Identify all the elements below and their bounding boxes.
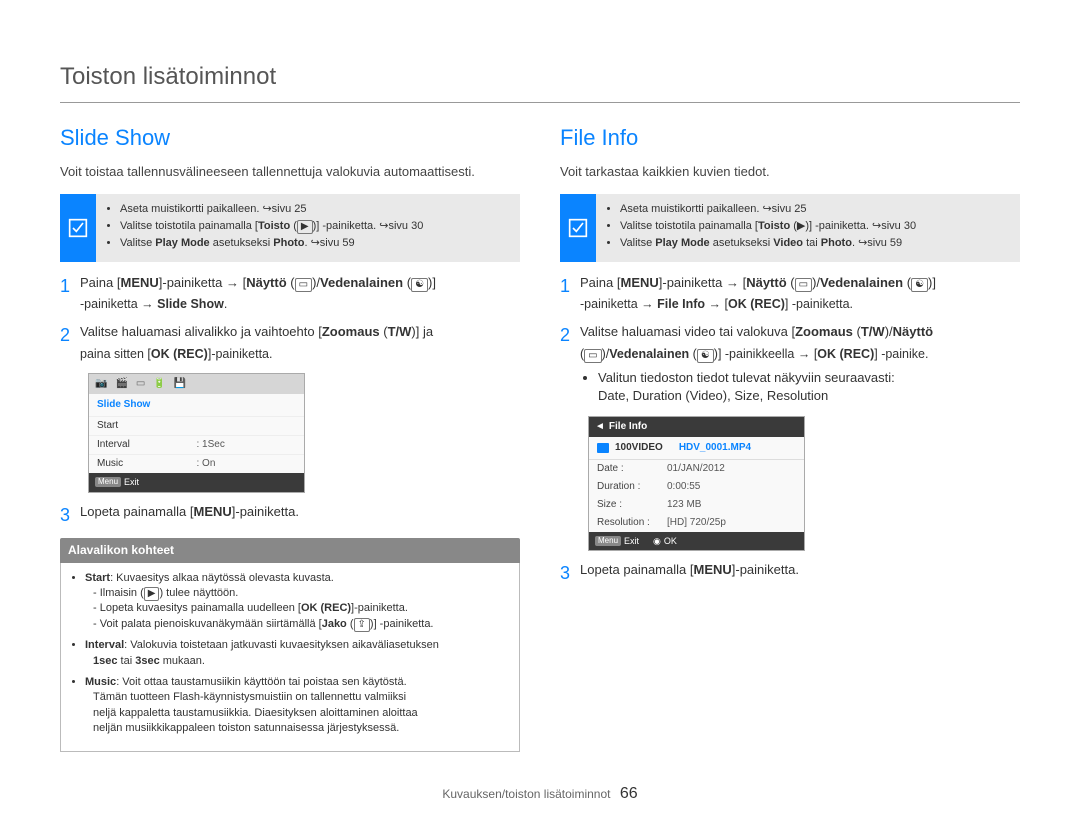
note-item: Valitse Play Mode asetukseksi Video tai … xyxy=(620,236,1010,251)
note-box-right: Aseta muistikortti paikalleen. ↪sivu 25 … xyxy=(560,194,1020,262)
mode-icon: ▭ xyxy=(136,377,145,391)
share-icon: ⇪ xyxy=(354,618,370,632)
battery-icon: 🔋 xyxy=(153,377,165,391)
note-item: Valitse toistotila painamalla [Toisto (▶… xyxy=(120,219,510,234)
lcd-file-info: ◄File Info 100VIDEO HDV_0001.MP4 Date :0… xyxy=(588,416,805,552)
ok-dot-icon: ◉ xyxy=(653,535,661,548)
column-file-info: File Info Voit tarkastaa kaikkien kuvien… xyxy=(560,123,1020,752)
note-check-icon xyxy=(560,194,596,262)
step-1-left: 1 Paina [MENU]-painiketta → [Näyttö (▭)/… xyxy=(60,274,520,314)
display-icon: ▭ xyxy=(795,278,812,292)
lcd-header-icons: 📷 🎬 ▭ 🔋 💾 xyxy=(89,374,304,394)
video-icon: 🎬 xyxy=(115,377,127,391)
play-indicator-icon: ▶ xyxy=(144,587,160,601)
note-item: Valitse Play Mode asetukseksi Photo. ↪si… xyxy=(120,236,510,251)
submenu-box: Start: Kuvaesitys alkaa näytössä olevast… xyxy=(60,563,520,752)
step-2-right: 2 Valitse haluamasi video tai valokuva [… xyxy=(560,323,1020,405)
folder-icon xyxy=(597,443,609,453)
file-info-intro: Voit tarkastaa kaikkien kuvien tiedot. xyxy=(560,163,1020,181)
file-info-heading: File Info xyxy=(560,123,1020,154)
page-footer: Kuvauksen/toiston lisätoiminnot 66 xyxy=(0,783,1080,805)
display-icon: ▭ xyxy=(584,349,601,363)
menu-chip-icon: Menu xyxy=(595,536,621,546)
play-icon: ▶ xyxy=(297,220,313,234)
note-check-icon xyxy=(60,194,96,262)
step-3-left: 3 Lopeta painamalla [MENU]-painiketta. xyxy=(60,503,520,528)
note-item: Valitse toistotila painamalla [Toisto (▶… xyxy=(620,219,1010,234)
step-3-right: 3 Lopeta painamalla [MENU]-painiketta. xyxy=(560,561,1020,586)
back-icon: ◄ xyxy=(595,421,605,432)
note-item: Aseta muistikortti paikalleen. ↪sivu 25 xyxy=(120,202,510,217)
underwater-icon: ☯ xyxy=(911,278,928,292)
lcd-title: Slide Show xyxy=(89,394,304,416)
page-title: Toiston lisätoiminnot xyxy=(60,60,1020,103)
underwater-icon: ☯ xyxy=(697,349,714,363)
step-2-left: 2 Valitse haluamasi alivalikko ja vaihto… xyxy=(60,323,520,363)
slide-show-intro: Voit toistaa tallennusvälineeseen tallen… xyxy=(60,163,520,181)
card-icon: 💾 xyxy=(174,377,186,391)
camera-icon: 📷 xyxy=(95,377,107,391)
display-icon: ▭ xyxy=(295,278,312,292)
step-1-right: 1 Paina [MENU]-painiketta → [Näyttö (▭)/… xyxy=(560,274,1020,314)
slide-show-heading: Slide Show xyxy=(60,123,520,154)
submenu-header: Alavalikon kohteet xyxy=(60,538,520,563)
note-item: Aseta muistikortti paikalleen. ↪sivu 25 xyxy=(620,202,1010,217)
underwater-icon: ☯ xyxy=(411,278,428,292)
lcd-slide-show: 📷 🎬 ▭ 🔋 💾 Slide Show Start Interval: 1Se… xyxy=(88,373,305,493)
menu-chip-icon: Menu xyxy=(95,477,121,487)
column-slide-show: Slide Show Voit toistaa tallennusvälinee… xyxy=(60,123,520,752)
note-box-left: Aseta muistikortti paikalleen. ↪sivu 25 … xyxy=(60,194,520,262)
